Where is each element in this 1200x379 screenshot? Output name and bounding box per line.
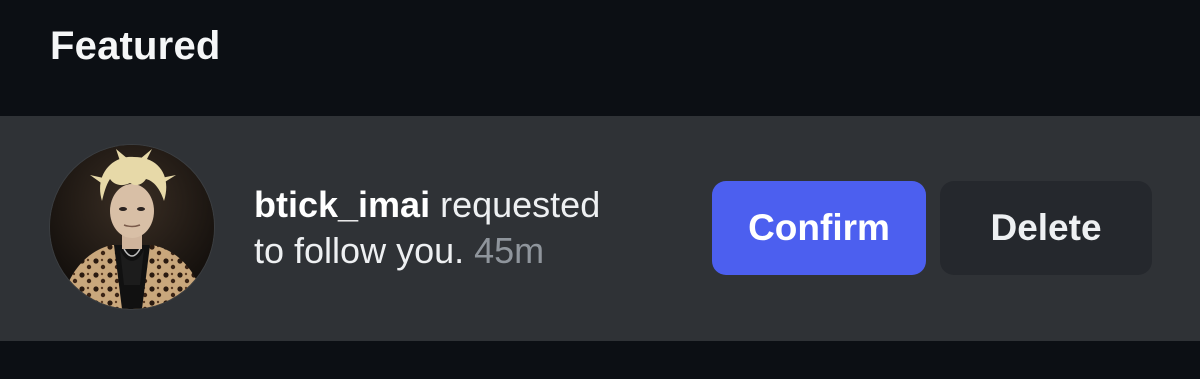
timestamp: 45m [474, 230, 545, 271]
bottom-divider [0, 341, 1200, 379]
profile-photo-icon [50, 145, 214, 309]
confirm-button[interactable]: Confirm [712, 181, 926, 275]
user-avatar[interactable] [50, 145, 214, 309]
request-message-part1: requested [430, 184, 601, 225]
username-link[interactable]: btick_imai [254, 184, 430, 225]
section-title: Featured [50, 24, 221, 68]
request-message-part2: to follow you. [254, 230, 465, 271]
delete-button[interactable]: Delete [940, 181, 1152, 275]
follow-request-row: btick_imai requested to follow you. 45m … [0, 116, 1200, 341]
request-message: btick_imai requested to follow you. 45m [254, 182, 694, 274]
follow-requests-page: Featured btick_imai requested to follow … [0, 0, 1200, 379]
